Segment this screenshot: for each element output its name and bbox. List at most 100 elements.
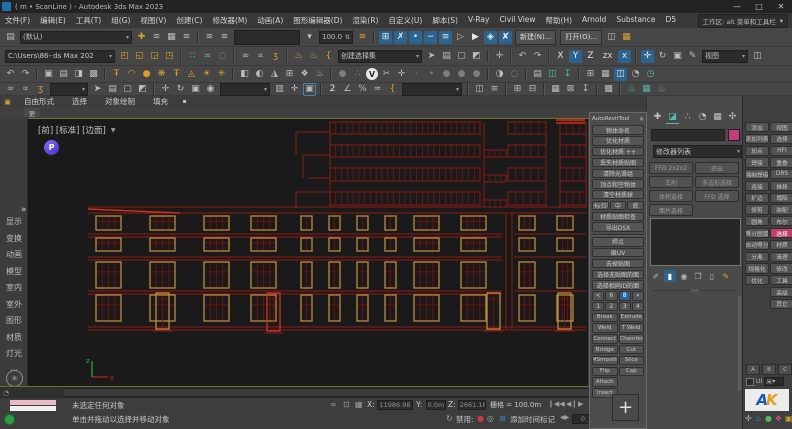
ak-button-2-1[interactable]: HFI xyxy=(770,146,792,156)
axis-y-button[interactable]: Y xyxy=(569,50,582,63)
move-hl-icon[interactable]: ✛ xyxy=(641,50,654,63)
ribbon-collapsed-tab[interactable]: 更 xyxy=(24,108,40,117)
modifier-set-button-4[interactable]: 体积选择 xyxy=(649,190,693,202)
add-preset-icon[interactable]: ✚ xyxy=(135,31,148,44)
menu-item-6[interactable]: 修改器(M) xyxy=(207,15,252,26)
yellow-box-icon[interactable]: ▣ xyxy=(785,414,792,423)
menu-item-15[interactable]: Arnold xyxy=(577,15,611,26)
sidebar-item-0[interactable]: 显示 xyxy=(0,216,28,228)
z-coord-field[interactable]: -2661.16 xyxy=(458,400,486,410)
arv-quad-23-0[interactable]: Flip xyxy=(592,367,618,376)
teapot-b-icon[interactable]: ♨ xyxy=(307,50,320,63)
geo-sphere-icon[interactable]: ◐ xyxy=(253,68,266,81)
soft-select-icon[interactable]: ◌ xyxy=(216,50,229,63)
lock-stack-icon[interactable]: ▮ xyxy=(664,270,676,282)
bind-spacewarp-icon[interactable]: ʒ xyxy=(269,50,282,63)
move-icon[interactable]: ✛ xyxy=(745,414,752,423)
undo-big-icon[interactable]: ↶ xyxy=(4,68,17,81)
arv-quad-20-0[interactable]: Connect xyxy=(592,334,618,343)
sidebar-item-4[interactable]: 室内 xyxy=(0,282,28,294)
arv-quad-19-0[interactable]: Weld xyxy=(592,323,618,332)
sidebar-expander[interactable]: » xyxy=(21,205,26,215)
x-coord-field[interactable]: 11986.98 xyxy=(377,400,413,410)
pick-object-icon[interactable]: ▦ xyxy=(165,31,178,44)
ak-tab-b[interactable]: B xyxy=(762,364,776,375)
ak-button-2-0[interactable]: 加点 xyxy=(745,146,769,156)
crossing-icon[interactable]: ◩ xyxy=(136,83,149,96)
axis-z-button[interactable]: Z xyxy=(584,50,597,63)
mirror-icon[interactable]: ◑ xyxy=(493,68,506,81)
redo-big-icon[interactable]: ↷ xyxy=(19,68,32,81)
ref-a-icon[interactable]: ◈ xyxy=(484,31,497,44)
red-dot-icon[interactable]: ● xyxy=(477,414,484,423)
ak-button-9-1[interactable]: 选择 xyxy=(770,228,792,238)
viewcube-icon[interactable]: ▤ xyxy=(57,68,70,81)
arv-quad-22-1[interactable]: Slice xyxy=(619,356,645,365)
ak-button-4-1[interactable]: DRS xyxy=(770,169,792,179)
arv-seg-16-3[interactable]: » xyxy=(632,291,644,300)
main-scale-icon[interactable]: ▣ xyxy=(189,83,202,96)
viewport-label[interactable]: [前] [标准] [边面] xyxy=(38,124,106,136)
scene-explorer-toggle-icon[interactable]: ⊞ xyxy=(511,83,524,96)
dot2-icon[interactable]: • xyxy=(425,68,438,81)
dome-light-icon[interactable]: ◠ xyxy=(125,68,138,81)
ak-button-3-1[interactable]: 重叠 xyxy=(770,157,792,167)
ak-button-15-1[interactable]: 其它 xyxy=(770,299,792,309)
arv-seg-17-1[interactable]: 2 xyxy=(605,302,617,311)
select-object-icon[interactable]: ➤ xyxy=(91,83,104,96)
arv-quad-20-1[interactable]: Chamfer xyxy=(619,334,645,343)
render-setup-icon[interactable]: ♨ xyxy=(625,83,638,96)
fire-effect-icon[interactable]: ♨ xyxy=(313,68,326,81)
ak-tab-a[interactable]: A xyxy=(746,364,760,375)
menu-item-14[interactable]: 帮助(H) xyxy=(541,15,578,26)
undo-icon[interactable]: ↶ xyxy=(516,50,529,63)
ak-button-12-1[interactable]: 修改 xyxy=(770,263,792,273)
dot4-icon[interactable]: ● xyxy=(455,68,468,81)
arv-button-2[interactable]: 优化材质 ++ xyxy=(592,147,644,156)
light-pole-icon[interactable]: Ŧ xyxy=(110,68,123,81)
save-icon[interactable]: ◫ xyxy=(605,31,618,44)
lasso-icon[interactable]: ◌ xyxy=(508,68,521,81)
menu-item-1[interactable]: 编辑(E) xyxy=(35,15,71,26)
menu-item-10[interactable]: 自定义(U) xyxy=(383,15,427,26)
arv-quad-21-0[interactable]: Bridge xyxy=(592,345,618,354)
arv-seg-16-1[interactable]: 6 xyxy=(605,291,617,300)
ak-button-10-1[interactable]: 材质 xyxy=(770,240,792,250)
folder-c-icon[interactable]: ◲ xyxy=(148,50,161,63)
ak-button-12-0[interactable]: 规格化 xyxy=(745,263,769,273)
menu-item-4[interactable]: 视图(V) xyxy=(135,15,171,26)
arv-seg-17-3[interactable]: 4 xyxy=(632,302,644,311)
arv-button-9[interactable]: 导出DSX xyxy=(592,222,644,231)
arv-seg-7-2[interactable]: 底 xyxy=(627,201,644,210)
stack-tool-icon[interactable]: ≋ xyxy=(356,31,369,44)
helper-grid-icon[interactable]: ⊞ xyxy=(283,68,296,81)
ribbon-tab-1[interactable]: 选择 xyxy=(63,96,96,107)
sidebar-item-3[interactable]: 模型 xyxy=(0,266,28,278)
geo-pyramid-icon[interactable]: ◮ xyxy=(268,68,281,81)
configure-sets-icon[interactable]: ✎ xyxy=(720,270,732,282)
save-config-icon[interactable]: ▦ xyxy=(620,31,633,44)
ak-button-0-1[interactable]: 视图 xyxy=(770,122,792,132)
window-crossing-icon[interactable]: ◩ xyxy=(470,50,483,63)
menu-item-12[interactable]: V-Ray xyxy=(463,15,494,26)
percent-snap-icon[interactable]: % xyxy=(356,83,369,96)
select-by-name-icon[interactable]: ▤ xyxy=(440,50,453,63)
main-move-icon[interactable]: ✛ xyxy=(159,83,172,96)
arv-button-6[interactable]: 清空材质球 xyxy=(592,190,644,199)
tab-modify[interactable]: ◪ xyxy=(666,110,679,124)
arv-quad-18-1[interactable]: Extrude xyxy=(619,313,645,322)
street-light-icon[interactable]: Ŧ xyxy=(170,68,183,81)
named-sets-dropdown[interactable]: ▾ xyxy=(402,83,462,96)
folder-d-icon[interactable]: ◳ xyxy=(163,50,176,63)
gray-sphere-icon[interactable]: ● xyxy=(336,68,349,81)
lock-selection-icon[interactable]: ⊡ xyxy=(343,400,350,409)
unlink-icon[interactable]: ∝ xyxy=(254,50,267,63)
title-bar[interactable]: ( m • ScanLine ) - Autodesk 3ds Max 2023… xyxy=(0,0,792,13)
folder-a-icon[interactable]: ◰ xyxy=(118,50,131,63)
layers-a-icon[interactable]: ≋ xyxy=(203,31,216,44)
autosave-icon[interactable]: ◫ xyxy=(614,68,627,81)
layer-explorer-toggle-icon[interactable]: ⊟ xyxy=(526,83,539,96)
clock-a-icon[interactable]: ◔ xyxy=(629,68,642,81)
menu-item-3[interactable]: 组(G) xyxy=(106,15,135,26)
mirror-tool-icon[interactable]: ◫ xyxy=(473,83,486,96)
